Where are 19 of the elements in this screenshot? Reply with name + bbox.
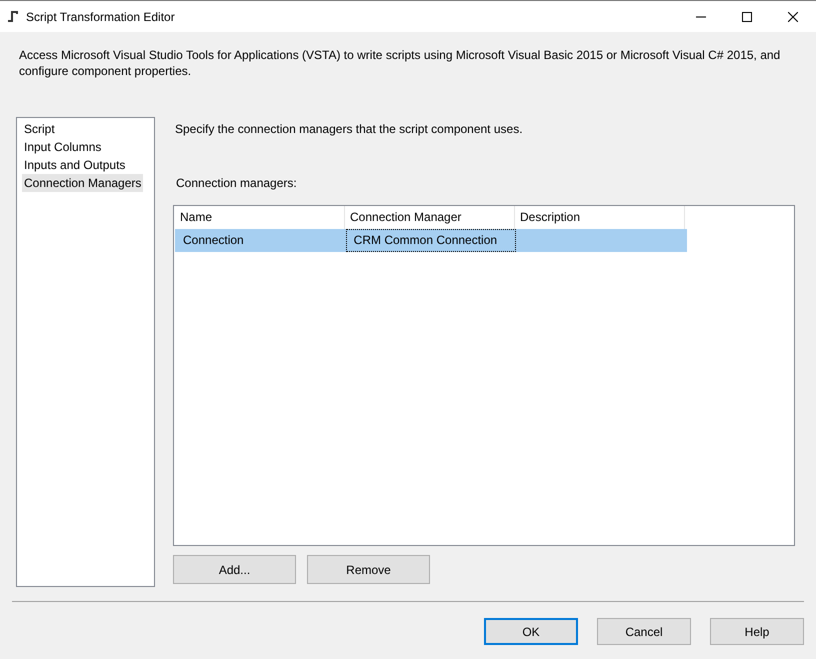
- sidebar-item[interactable]: Inputs and Outputs: [22, 156, 128, 174]
- table-row[interactable]: Connection CRM Common Connection: [175, 229, 687, 252]
- table-cell: CRM Common Connection: [346, 229, 516, 252]
- list-label: Connection managers:: [176, 175, 298, 191]
- script-icon: [6, 10, 20, 24]
- table-cell-text: Connection: [182, 232, 245, 249]
- window-title: Script Transformation Editor: [26, 10, 176, 24]
- maximize-icon: [742, 12, 752, 22]
- add-button[interactable]: Add...: [173, 555, 296, 584]
- sidebar-item[interactable]: Input Columns: [22, 138, 104, 156]
- sidebar-item[interactable]: Script: [22, 120, 57, 138]
- dialog-button[interactable]: Help: [710, 618, 804, 645]
- instruction-text: Specify the connection managers that the script component uses.: [175, 121, 524, 137]
- sidebar-item[interactable]: Connection Managers: [22, 174, 144, 192]
- remove-button[interactable]: Remove: [307, 555, 430, 584]
- dialog-button[interactable]: Cancel: [597, 618, 691, 645]
- close-icon: [788, 12, 798, 22]
- description-text: Access Microsoft Visual Studio Tools for Applications (VSTA) to write scripts using Microsoft Visual Basic 2015 or Microsoft Visual C# 2015, and configure component properties.: [19, 47, 782, 79]
- dialog-button[interactable]: OK: [484, 618, 578, 645]
